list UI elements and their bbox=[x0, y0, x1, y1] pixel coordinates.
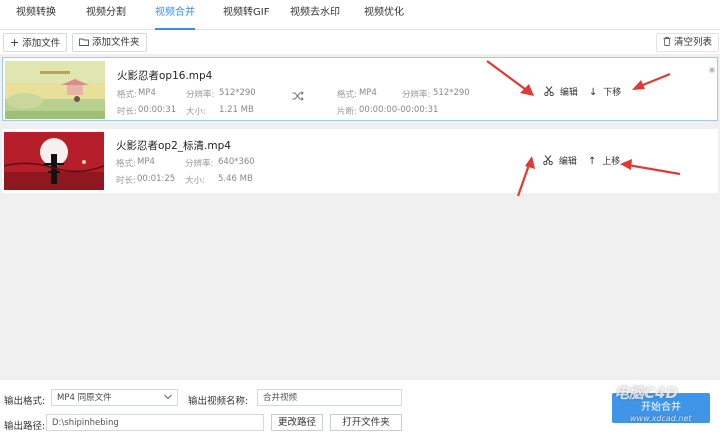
output-path-input[interactable]: D:\shipinhebing bbox=[46, 414, 264, 431]
segment-label: 片断: bbox=[337, 107, 357, 117]
output-format-label: 格式: bbox=[337, 90, 357, 100]
duration-label: 时长: bbox=[117, 107, 137, 117]
output-format-value: MP4 bbox=[359, 88, 377, 98]
tab-video-to-gif[interactable]: 视频转GIF bbox=[223, 0, 269, 28]
resolution-label: 分辨率: bbox=[185, 159, 214, 169]
tab-bar: 视频转换 视频分割 视频合并 视频转GIF 视频去水印 视频优化 bbox=[0, 0, 720, 30]
scissors-icon bbox=[543, 155, 553, 168]
open-folder-button[interactable]: 打开文件夹 bbox=[330, 414, 402, 431]
output-name-input[interactable]: 合并视频 bbox=[257, 389, 402, 406]
chevron-down-icon bbox=[164, 390, 172, 405]
move-down-label: 下移 bbox=[603, 88, 622, 98]
output-resolution-value: 512*290 bbox=[433, 88, 470, 98]
tab-video-convert[interactable]: 视频转换 bbox=[16, 0, 56, 28]
duration-value: 00:01:25 bbox=[137, 174, 176, 184]
output-resolution-label: 分辨率: bbox=[402, 90, 431, 100]
arrow-up-icon: ↑ bbox=[588, 156, 597, 167]
size-label: 大小: bbox=[185, 176, 205, 186]
toolbar: + 添加文件 添加文件夹 清空列表 bbox=[0, 30, 720, 54]
size-value: 5.46 MB bbox=[218, 174, 253, 184]
output-name-value: 合并视频 bbox=[263, 393, 298, 403]
edit-label: 编辑 bbox=[559, 88, 578, 98]
add-file-label: 添加文件 bbox=[22, 38, 61, 49]
edit-label: 编辑 bbox=[558, 157, 577, 167]
file-list: 火影忍者op16.mp4 格式: MP4 分辨率: 512*290 时长: 00… bbox=[0, 54, 720, 380]
resolution-value: 512*290 bbox=[219, 88, 256, 98]
scissors-icon bbox=[544, 86, 554, 99]
trash-icon bbox=[663, 35, 671, 52]
output-settings-panel: 输出格式: MP4 同原文件 输出视频名称: 合并视频 输出路径: D:\shi… bbox=[0, 380, 720, 434]
clear-list-label: 清空列表 bbox=[674, 37, 713, 48]
video-thumbnail bbox=[5, 61, 105, 119]
file-name: 火影忍者op16.mp4 bbox=[117, 70, 213, 82]
output-format-select[interactable]: MP4 同原文件 bbox=[51, 389, 178, 406]
duration-value: 00:00:31 bbox=[138, 105, 177, 115]
move-down-button[interactable]: ↓ 下移 bbox=[589, 85, 621, 98]
resolution-label: 分辨率: bbox=[186, 90, 215, 100]
duration-label: 时长: bbox=[116, 176, 136, 186]
tab-video-merge[interactable]: 视频合并 bbox=[155, 0, 195, 30]
edit-button[interactable]: 编辑 bbox=[544, 85, 578, 99]
tab-video-split[interactable]: 视频分割 bbox=[86, 0, 126, 28]
folder-icon bbox=[79, 35, 89, 52]
add-folder-label: 添加文件夹 bbox=[92, 37, 140, 48]
arrow-down-icon: ↓ bbox=[589, 87, 598, 98]
output-path-label: 输出路径: bbox=[4, 421, 46, 432]
output-path-value: D:\shipinhebing bbox=[52, 418, 119, 428]
output-format-selected: MP4 同原文件 bbox=[57, 393, 112, 403]
resolution-value: 640*360 bbox=[218, 157, 255, 167]
size-label: 大小: bbox=[186, 107, 206, 117]
edit-button[interactable]: 编辑 bbox=[543, 154, 577, 168]
watermark-logo: 电脑C4D bbox=[614, 384, 678, 402]
clear-list-button[interactable]: 清空列表 bbox=[656, 33, 720, 52]
file-item[interactable]: 火影忍者op16.mp4 格式: MP4 分辨率: 512*290 时长: 00… bbox=[2, 57, 718, 121]
change-path-button[interactable]: 更改路径 bbox=[271, 414, 323, 431]
shuffle-icon bbox=[292, 86, 304, 105]
file-item[interactable]: 火影忍者op2_标清.mp4 格式: MP4 分辨率: 640*360 时长: … bbox=[2, 129, 718, 193]
format-label: 格式: bbox=[116, 159, 136, 169]
segment-value: 00:00:00-00:00:31 bbox=[359, 105, 439, 115]
output-format-label: 输出格式: bbox=[4, 396, 46, 407]
size-value: 1.21 MB bbox=[219, 105, 254, 115]
move-up-label: 上移 bbox=[602, 157, 621, 167]
move-up-button[interactable]: ↑ 上移 bbox=[588, 154, 620, 167]
format-value: MP4 bbox=[137, 157, 155, 167]
add-file-button[interactable]: + 添加文件 bbox=[3, 33, 68, 52]
add-folder-button[interactable]: 添加文件夹 bbox=[72, 33, 147, 52]
plus-icon: + bbox=[10, 36, 20, 49]
tab-video-optimize[interactable]: 视频优化 bbox=[364, 0, 404, 28]
video-thumbnail bbox=[4, 132, 104, 190]
tab-video-watermark-remove[interactable]: 视频去水印 bbox=[290, 0, 340, 28]
close-icon[interactable] bbox=[708, 59, 716, 78]
watermark-url: www.xdcad.net bbox=[630, 414, 692, 423]
format-value: MP4 bbox=[138, 88, 156, 98]
file-name: 火影忍者op2_标清.mp4 bbox=[116, 140, 231, 152]
format-label: 格式: bbox=[117, 90, 137, 100]
output-name-label: 输出视频名称: bbox=[188, 396, 249, 407]
